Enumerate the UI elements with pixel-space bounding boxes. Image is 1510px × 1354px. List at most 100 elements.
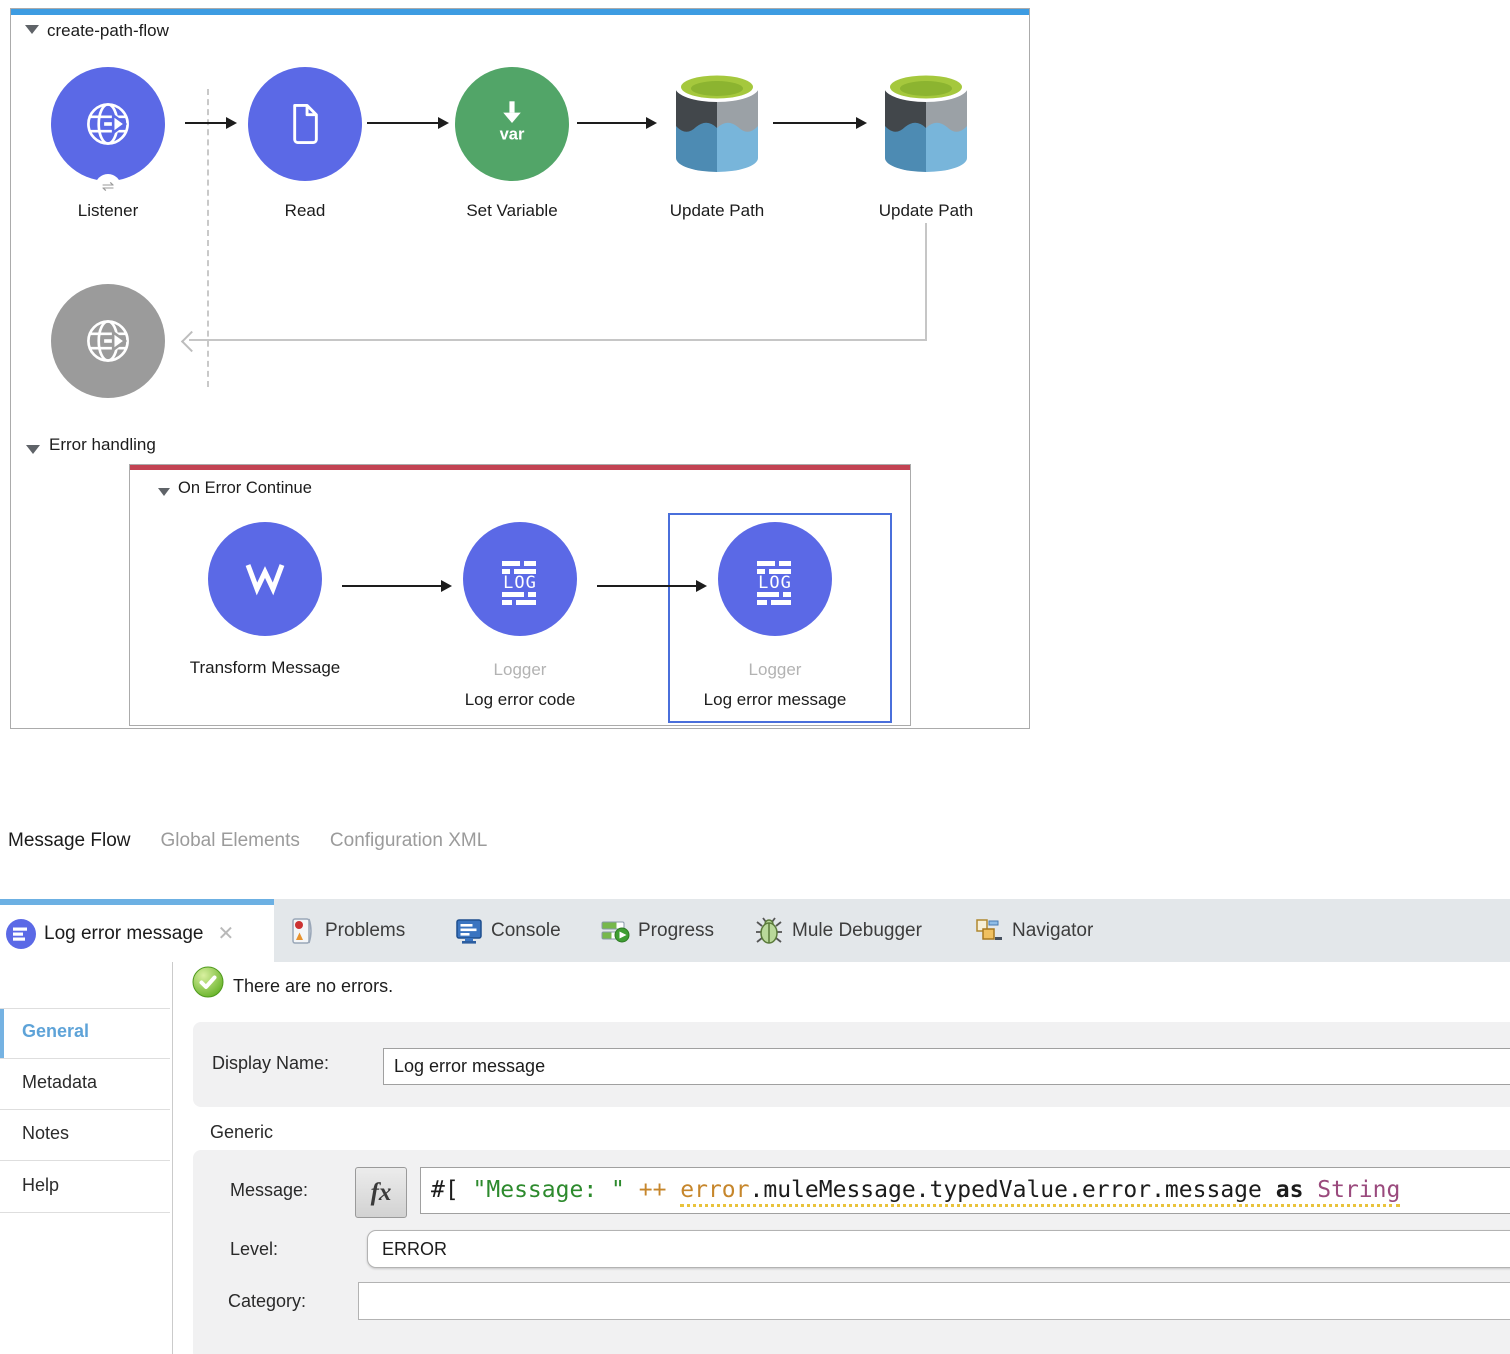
close-icon[interactable]: ✕ bbox=[217, 921, 234, 946]
node-label-update-path-1: Update Path bbox=[637, 197, 797, 224]
update-path-node[interactable] bbox=[669, 66, 765, 181]
sidebar-separator bbox=[0, 1109, 170, 1110]
node-label-transform-message: Transform Message bbox=[185, 654, 345, 681]
console-icon bbox=[455, 916, 483, 946]
error-scope-accent-bar bbox=[130, 465, 910, 470]
on-error-continue-label: On Error Continue bbox=[178, 479, 312, 498]
sidebar-item-help[interactable]: Help bbox=[22, 1175, 59, 1196]
message-expression-input[interactable]: #[ "Message: " ++ error.muleMessage.type… bbox=[420, 1167, 1510, 1214]
sidebar-active-indicator bbox=[0, 1009, 4, 1058]
expr-warn-span: error.muleMessage.typedValue.error.messa… bbox=[680, 1177, 1400, 1207]
node-label-log-error-message: Log error message bbox=[695, 686, 855, 713]
flow-canvas: create-path-flow ⇌ Listener Read bbox=[10, 8, 1030, 729]
tab-message-flow[interactable]: Message Flow bbox=[8, 830, 131, 852]
logger-node-log-error-message[interactable]: LOG bbox=[718, 522, 832, 636]
tab-global-elements[interactable]: Global Elements bbox=[161, 830, 300, 852]
message-label: Message: bbox=[230, 1180, 308, 1201]
logger-icon: LOG bbox=[488, 547, 552, 611]
return-connector-horizontal bbox=[189, 339, 927, 341]
set-variable-node[interactable]: var bbox=[455, 67, 569, 181]
svg-text:LOG: LOG bbox=[503, 573, 537, 593]
problems-icon bbox=[289, 916, 317, 946]
svg-text:var: var bbox=[500, 125, 525, 143]
http-requester-icon bbox=[75, 308, 141, 374]
tab-problems[interactable]: Problems bbox=[289, 899, 405, 962]
expr-type: String bbox=[1317, 1177, 1400, 1203]
level-combobox[interactable]: ERROR bbox=[367, 1230, 1510, 1268]
level-label: Level: bbox=[230, 1239, 278, 1260]
expr-open: #[ bbox=[431, 1177, 473, 1203]
error-handling-collapse-triangle-icon[interactable] bbox=[26, 445, 40, 454]
sidebar-item-notes[interactable]: Notes bbox=[22, 1123, 69, 1144]
tab-log-error-message[interactable]: Log error message ✕ bbox=[0, 899, 274, 962]
on-error-collapse-triangle-icon[interactable] bbox=[158, 488, 170, 496]
file-read-icon bbox=[272, 91, 338, 157]
return-connector-arrowhead bbox=[181, 331, 202, 352]
node-label-set-variable: Set Variable bbox=[432, 197, 592, 224]
status-message: There are no errors. bbox=[233, 976, 393, 997]
set-variable-icon: var bbox=[479, 91, 545, 157]
tab-configuration-xml[interactable]: Configuration XML bbox=[330, 830, 487, 852]
tab-console-label: Console bbox=[491, 920, 561, 942]
logger-icon: LOG bbox=[743, 547, 807, 611]
expr-as-keyword: as bbox=[1262, 1177, 1317, 1203]
return-connector-vertical bbox=[925, 223, 927, 341]
fx-button[interactable]: fx bbox=[355, 1167, 407, 1218]
success-check-icon bbox=[192, 966, 224, 998]
anypoint-studio-screen: create-path-flow ⇌ Listener Read bbox=[0, 0, 1510, 1354]
sidebar-divider bbox=[172, 962, 173, 1354]
sidebar-separator bbox=[0, 1212, 170, 1213]
flow-title: create-path-flow bbox=[47, 21, 169, 41]
flow-arrow bbox=[597, 585, 697, 587]
update-path-node[interactable] bbox=[878, 66, 974, 181]
flow-selected-topbar bbox=[11, 9, 1029, 15]
on-error-continue-scope: On Error Continue Transform Message LOG bbox=[129, 464, 911, 726]
flow-arrow bbox=[577, 122, 647, 124]
tab-progress[interactable]: Progress bbox=[600, 899, 714, 962]
generic-section-heading: Generic bbox=[210, 1122, 273, 1143]
navigator-icon bbox=[974, 917, 1004, 945]
level-value: ERROR bbox=[382, 1239, 447, 1260]
category-label: Category: bbox=[228, 1291, 306, 1312]
expr-path: .muleMessage.typedValue.error.message bbox=[750, 1177, 1262, 1203]
node-sublabel-logger: Logger bbox=[695, 656, 855, 683]
svg-text:LOG: LOG bbox=[758, 573, 792, 593]
tab-navigator[interactable]: Navigator bbox=[974, 899, 1093, 962]
flow-arrow bbox=[342, 585, 442, 587]
transform-message-icon bbox=[233, 547, 297, 611]
logger-node-log-error-code[interactable]: LOG bbox=[463, 522, 577, 636]
display-name-label: Display Name: bbox=[212, 1053, 329, 1074]
active-tab-label: Log error message bbox=[44, 923, 203, 945]
progress-icon bbox=[600, 918, 630, 944]
expr-variable: error bbox=[680, 1177, 749, 1203]
display-name-input[interactable] bbox=[383, 1048, 1510, 1085]
flow-arrow bbox=[185, 122, 227, 124]
listener-node[interactable]: ⇌ bbox=[51, 67, 165, 181]
database-icon bbox=[878, 66, 974, 181]
node-sublabel-logger: Logger bbox=[440, 656, 600, 683]
tab-mule-debugger[interactable]: Mule Debugger bbox=[754, 899, 922, 962]
flow-collapse-triangle-icon[interactable] bbox=[25, 25, 39, 34]
view-tabstrip: Log error message ✕ Problems Console bbox=[0, 899, 1510, 962]
tab-problems-label: Problems bbox=[325, 920, 405, 942]
flow-arrow bbox=[367, 122, 439, 124]
tab-console[interactable]: Console bbox=[455, 899, 561, 962]
sidebar-item-general[interactable]: General bbox=[22, 1021, 89, 1042]
sidebar-separator bbox=[0, 1058, 170, 1059]
sidebar-separator bbox=[0, 1160, 170, 1161]
dataweave-expression: #[ "Message: " ++ error.muleMessage.type… bbox=[431, 1168, 1510, 1213]
editor-view-tabs: Message Flow Global Elements Configurati… bbox=[8, 830, 487, 852]
category-input[interactable] bbox=[358, 1282, 1510, 1320]
tab-navigator-label: Navigator bbox=[1012, 920, 1093, 942]
read-node[interactable] bbox=[248, 67, 362, 181]
generic-panel: Message: fx #[ "Message: " ++ error.mule… bbox=[193, 1150, 1510, 1354]
ghost-endpoint-node[interactable] bbox=[51, 284, 165, 398]
flow-arrow bbox=[773, 122, 857, 124]
sidebar-item-metadata[interactable]: Metadata bbox=[22, 1072, 97, 1093]
logger-tab-icon bbox=[6, 919, 36, 949]
node-label-log-error-code: Log error code bbox=[440, 686, 600, 713]
node-label-update-path-2: Update Path bbox=[846, 197, 1006, 224]
error-handling-label: Error handling bbox=[49, 435, 156, 455]
transform-message-node[interactable] bbox=[208, 522, 322, 636]
tab-mule-debugger-label: Mule Debugger bbox=[792, 920, 922, 942]
